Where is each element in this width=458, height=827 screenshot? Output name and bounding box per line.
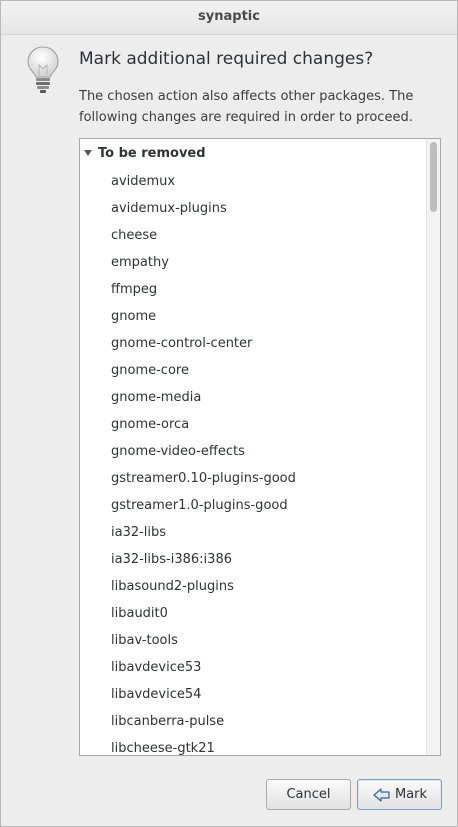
cancel-button[interactable]: Cancel [266, 779, 351, 810]
list-item[interactable]: avidemux-plugins [80, 195, 426, 222]
group-row-to-be-removed[interactable]: To be removed [80, 144, 420, 164]
dialog-window: synaptic Mark additional required change… [0, 0, 458, 827]
list-item[interactable]: gnome [80, 303, 426, 330]
list-item[interactable]: cheese [80, 222, 426, 249]
list-item[interactable]: empathy [80, 249, 426, 276]
list-item[interactable]: ffmpeg [80, 276, 426, 303]
mark-button-label: Mark [394, 787, 428, 802]
list-item[interactable]: gnome-control-center [80, 330, 426, 357]
list-item[interactable]: ia32-libs [80, 519, 426, 546]
vertical-scrollbar[interactable] [426, 139, 440, 755]
list-item[interactable]: gnome-media [80, 384, 426, 411]
list-item[interactable]: libcanberra-pulse [80, 708, 426, 735]
list-item[interactable]: gstreamer0.10-plugins-good [80, 465, 426, 492]
package-list: avidemux avidemux-plugins cheese empathy ffm… [80, 168, 426, 755]
list-item[interactable]: libav-tools [80, 627, 426, 654]
list-item[interactable]: gnome-video-effects [80, 438, 426, 465]
lightbulb-icon [27, 46, 59, 93]
dialog-heading: Mark additional required changes? [79, 49, 374, 69]
list-item[interactable]: gnome-orca [80, 411, 426, 438]
list-item[interactable]: libaudit0 [80, 600, 426, 627]
list-item[interactable]: libavdevice53 [80, 654, 426, 681]
window-title: synaptic [1, 1, 457, 35]
list-item[interactable]: ia32-libs-i386:i386 [80, 546, 426, 573]
list-item[interactable]: libasound2-plugins [80, 573, 426, 600]
list-item[interactable]: libavdevice54 [80, 681, 426, 708]
mark-button[interactable]: Mark [357, 779, 442, 810]
mark-arrow-icon [373, 787, 390, 802]
list-item[interactable]: libcheese-gtk21 [80, 735, 426, 755]
triangle-down-icon[interactable] [84, 150, 92, 156]
dialog-description: The chosen action also affects other pac… [79, 89, 414, 125]
list-item[interactable]: gstreamer1.0-plugins-good [80, 492, 426, 519]
group-label: To be removed [98, 146, 206, 161]
scrollbar-thumb[interactable] [430, 142, 437, 212]
list-item[interactable]: gnome-core [80, 357, 426, 384]
changes-list[interactable]: To be removed avidemux avidemux-plugins ch… [79, 138, 441, 756]
list-item[interactable]: avidemux [80, 168, 426, 195]
